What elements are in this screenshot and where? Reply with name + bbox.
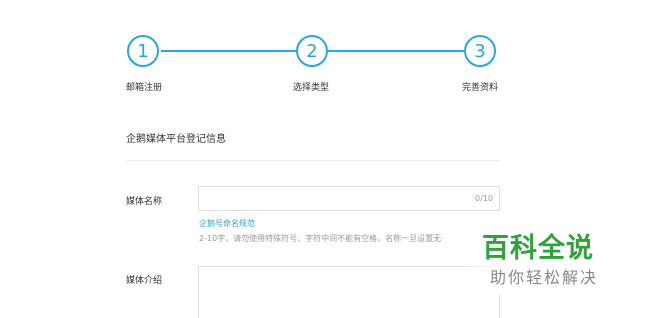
step-connector-1-2: [161, 50, 296, 52]
step-2-circle: 2: [296, 35, 328, 67]
step-1-number: 1: [137, 40, 149, 62]
step-1-circle: 1: [127, 35, 159, 67]
section-divider: [126, 160, 500, 161]
step-3-label: 完善资料: [462, 83, 499, 93]
section-title: 企鹅媒体平台登记信息: [126, 134, 226, 145]
registration-page: 1 2 3 邮箱注册 选择类型 完善资料 企鹅媒体平台登记信息 媒体名称 0/1…: [0, 0, 650, 318]
media-intro-textarea[interactable]: [198, 266, 500, 318]
step-connector-2-3: [328, 50, 464, 52]
media-intro-label: 媒体介绍: [126, 276, 163, 286]
step-3-circle: 3: [464, 35, 496, 67]
watermark-logo-subtitle: 助你轻松解决: [490, 268, 599, 287]
media-name-counter: 0/10: [475, 194, 493, 203]
step-1-label: 邮箱注册: [126, 83, 163, 93]
media-name-input[interactable]: 0/10: [198, 186, 500, 211]
media-name-hint: 2-10字，请勿使用特殊符号，字符中间不能有空格，名称一旦设置无: [199, 234, 442, 243]
step-2-number: 2: [306, 40, 318, 62]
step-3-number: 3: [474, 40, 486, 62]
media-name-label: 媒体名称: [126, 197, 163, 207]
naming-rules-link[interactable]: 企鹅号命名规范: [199, 218, 255, 229]
watermark-logo-title: 百科全说: [482, 233, 594, 264]
step-2-label: 选择类型: [293, 83, 330, 93]
